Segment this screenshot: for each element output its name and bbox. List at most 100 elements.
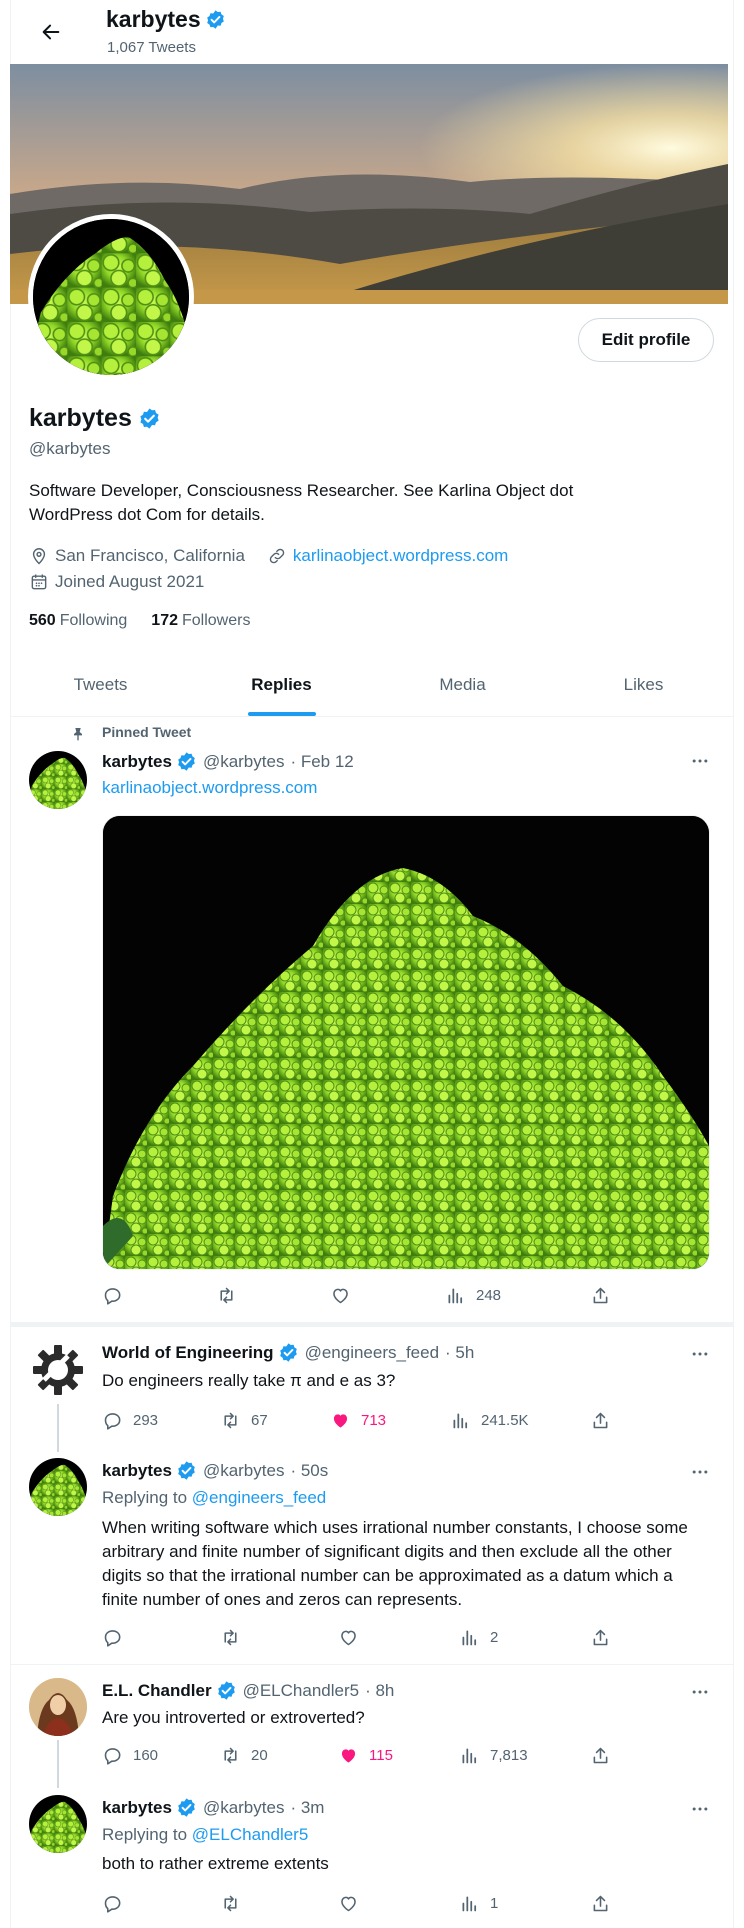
tab-tweets[interactable]: Tweets [10,656,191,716]
tweet-link[interactable]: karlinaobject.wordpress.com [102,778,317,798]
heart-icon [330,1285,351,1306]
retweet-button[interactable]: 67 [220,1410,268,1431]
avatar[interactable] [29,1678,87,1736]
location-pin-icon [32,548,46,565]
views-button[interactable]: 7,813 [459,1745,528,1766]
tab-likes[interactable]: Likes [553,656,734,716]
views-count: 248 [476,1287,502,1304]
tweet-author-name[interactable]: karbytes [102,1461,172,1481]
calendar-icon [31,574,47,590]
reply-count: 160 [133,1747,159,1764]
tweet-author-handle[interactable]: @karbytes [203,752,285,772]
views-button[interactable]: 248 [445,1285,501,1306]
profile-meta-row-2: Joined August 2021 [29,572,204,592]
views-count: 1 [490,1895,499,1912]
more-options-icon[interactable] [688,1682,712,1702]
reply-button[interactable] [102,1285,123,1306]
like-count: 115 [369,1747,393,1764]
retweet-count: 67 [251,1412,268,1429]
share-button[interactable] [590,1627,611,1648]
profile-avatar[interactable] [28,214,194,380]
tweet-timestamp[interactable]: · 50s [290,1461,328,1481]
like-button[interactable]: 115 [338,1745,393,1766]
views-button[interactable]: 241.5K [450,1410,529,1431]
tab-replies[interactable]: Replies [191,656,372,716]
more-options-icon[interactable] [688,1462,712,1482]
tweet-media-image[interactable] [102,815,710,1270]
views-icon [450,1410,471,1431]
views-count: 7,813 [490,1747,528,1764]
tweet-author-name[interactable]: karbytes [102,752,172,772]
share-icon [590,1627,611,1648]
top-bar: karbytes 1,067 Tweets [10,0,734,64]
share-icon [590,1893,611,1914]
reply-button[interactable] [102,1893,123,1914]
tweet-author-name[interactable]: E.L. Chandler [102,1681,212,1701]
following-link[interactable]: 560 Following [29,612,127,630]
replying-to-prefix: Replying to [102,1825,188,1844]
tweet-timestamp[interactable]: · Feb 12 [290,752,353,772]
reply-button[interactable]: 160 [102,1745,158,1766]
share-button[interactable] [590,1410,611,1431]
share-button[interactable] [590,1285,611,1306]
tweet-timestamp[interactable]: · 3m [290,1798,324,1818]
heart-filled-icon [330,1410,351,1431]
share-button[interactable] [590,1745,611,1766]
retweet-button[interactable] [216,1285,237,1306]
header-name: karbytes [106,6,201,32]
tweet-actions: 293 67 713 241.5K [102,1410,622,1434]
like-button[interactable]: 713 [330,1410,386,1431]
back-arrow-icon[interactable] [40,21,62,43]
views-button[interactable]: 2 [459,1627,498,1648]
verified-badge-icon [176,1797,197,1818]
following-label: Following [59,612,128,629]
profile-website-link[interactable]: karlinaobject.wordpress.com [293,546,508,566]
retweet-button[interactable] [220,1893,241,1914]
tweet-author-handle[interactable]: @karbytes [203,1461,285,1481]
avatar[interactable] [29,1341,87,1399]
tweet-header: karbytes @karbytes · 3m [102,1797,324,1818]
replying-to-handle[interactable]: @engineers_feed [192,1488,326,1507]
share-button[interactable] [590,1893,611,1914]
tweet-actions: 160 20 115 7,813 [102,1745,622,1769]
tweet-timestamp[interactable]: · 8h [365,1681,394,1701]
like-count: 713 [361,1412,387,1429]
tweet-actions: 248 [102,1285,622,1309]
avatar[interactable] [29,1795,87,1853]
retweet-button[interactable] [220,1627,241,1648]
followers-label: Followers [182,612,251,629]
more-options-icon[interactable] [688,751,712,771]
edit-profile-button[interactable]: Edit profile [578,318,714,362]
like-button[interactable] [338,1893,359,1914]
tweet-author-name[interactable]: karbytes [102,1798,172,1818]
views-icon [445,1285,466,1306]
pinned-tweet-label: Pinned Tweet [102,724,192,740]
verified-badge-icon [216,1680,237,1701]
verified-badge-icon [278,1342,299,1363]
followers-link[interactable]: 172 Followers [151,612,250,630]
reply-button[interactable]: 293 [102,1410,158,1431]
like-button[interactable] [330,1285,351,1306]
reply-icon [102,1745,123,1766]
retweet-icon [220,1410,241,1431]
avatar[interactable] [29,751,87,809]
retweet-button[interactable]: 20 [220,1745,268,1766]
more-options-icon[interactable] [688,1344,712,1364]
tweet-timestamp[interactable]: · 5h [445,1343,474,1363]
tweet-author-name[interactable]: World of Engineering [102,1343,274,1363]
tweet-author-handle[interactable]: @engineers_feed [305,1343,439,1363]
tweet-actions: 2 [102,1627,622,1651]
tweet-author-handle[interactable]: @karbytes [203,1798,285,1818]
profile-location: San Francisco, California [55,546,245,565]
like-button[interactable] [338,1627,359,1648]
tab-media[interactable]: Media [372,656,553,716]
more-options-icon[interactable] [688,1799,712,1819]
reply-button[interactable] [102,1627,123,1648]
avatar[interactable] [29,1458,87,1516]
replying-to-handle[interactable]: @ELChandler5 [192,1825,309,1844]
tweet-text: When writing software which uses irratio… [102,1518,688,1609]
tweet-author-handle[interactable]: @ELChandler5 [243,1681,360,1701]
views-button[interactable]: 1 [459,1893,498,1914]
profile-tabs: Tweets Replies Media Likes [10,656,734,717]
reply-icon [102,1627,123,1648]
